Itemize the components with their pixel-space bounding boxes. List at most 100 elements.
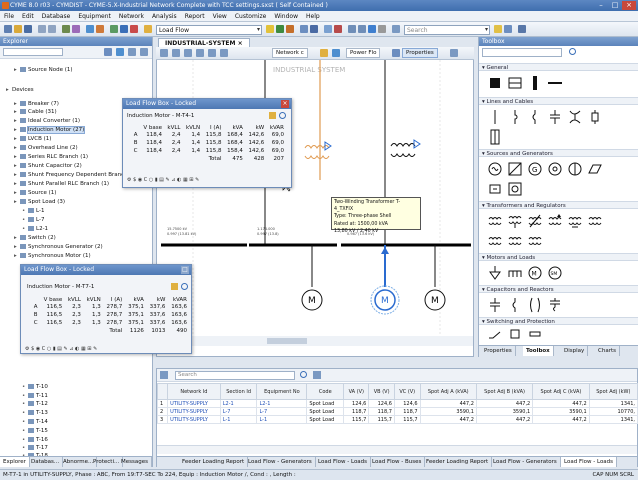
report-cell[interactable]: L2-1 bbox=[256, 399, 308, 408]
run-icon[interactable] bbox=[266, 25, 274, 33]
dlg2-toolbar[interactable]: ⚙ $ ◉ C ○ ▮ ▤ ✎ ⊿ ◐ ▦ ⊞ ✎ bbox=[25, 346, 189, 355]
more-icon[interactable] bbox=[450, 49, 458, 57]
xfmr-zigzag-icon[interactable] bbox=[507, 233, 523, 249]
grid-icon[interactable] bbox=[120, 25, 128, 33]
fuse-icon[interactable] bbox=[527, 329, 543, 345]
report-cell[interactable]: UTILITY-SUPPLY bbox=[167, 415, 221, 424]
series-reactor-icon[interactable] bbox=[527, 109, 543, 125]
table-row[interactable]: 1 UTILITY-SUPPLY L2-1 L2-1 Spot Load 124,6 124… bbox=[156, 399, 638, 408]
report-cell[interactable]: L-7 bbox=[256, 407, 308, 416]
analysis-icon[interactable] bbox=[144, 25, 152, 33]
tree-item[interactable]: • L-1 bbox=[22, 207, 44, 216]
select-icon[interactable] bbox=[72, 25, 80, 33]
reports-search-input[interactable]: Search bbox=[175, 371, 295, 380]
info-icon[interactable] bbox=[368, 25, 376, 33]
section-capacitors[interactable]: ▾ Capacitors and Reactors bbox=[479, 285, 638, 293]
report-cell[interactable]: UTILITY-SUPPLY bbox=[167, 399, 221, 408]
reports-hscroll[interactable] bbox=[157, 445, 637, 454]
report-header-cell[interactable]: Network Id bbox=[167, 383, 221, 400]
dlg1-close-icon[interactable]: × bbox=[281, 100, 289, 108]
power-flow-dropdown[interactable]: Power Flo bbox=[346, 48, 381, 58]
report-header-cell[interactable]: VA (V) bbox=[343, 383, 370, 400]
transformer-t4-icon[interactable] bbox=[304, 141, 332, 159]
table-row[interactable]: 2 UTILITY-SUPPLY L-7 L-7 Spot Load 118,7 118,7… bbox=[156, 407, 638, 416]
close-icon[interactable]: × bbox=[622, 1, 636, 10]
new-icon[interactable] bbox=[4, 25, 12, 33]
toolbox-search-input[interactable] bbox=[482, 48, 562, 57]
chart-icon[interactable] bbox=[286, 25, 294, 33]
tree-item[interactable]: ▸ Shunt Capacitor (2) bbox=[14, 162, 82, 171]
wind-icon[interactable] bbox=[567, 161, 583, 177]
duct-icon[interactable] bbox=[487, 129, 503, 145]
regulator-icon[interactable] bbox=[547, 213, 563, 229]
distributed-load-icon[interactable] bbox=[507, 265, 523, 281]
report-cell[interactable]: L-7 bbox=[219, 407, 258, 416]
auto-xfmr-icon[interactable] bbox=[527, 213, 543, 229]
impedance-icon[interactable] bbox=[587, 109, 603, 125]
pv-icon[interactable] bbox=[587, 161, 603, 177]
dlg1-toolbar[interactable]: ⚙ $ ◉ C ○ ▮ ▤ ✎ ⊿ ◐ ▦ ⊞ ✎ bbox=[127, 177, 289, 186]
zoom-out-icon[interactable] bbox=[184, 49, 192, 57]
table-row[interactable]: 3 UTILITY-SUPPLY L-1 L-1 Spot Load 115,7 115,7… bbox=[156, 415, 638, 424]
menu-network[interactable]: Network bbox=[115, 11, 148, 20]
phase-shifter-icon[interactable] bbox=[587, 213, 603, 229]
refresh-icon[interactable] bbox=[300, 25, 308, 33]
section-motors[interactable]: ▾ Motors and Loads bbox=[479, 253, 638, 261]
tab-charts[interactable]: Charts bbox=[595, 346, 620, 356]
report-header-cell[interactable]: Code bbox=[306, 383, 345, 400]
tab-close-icon[interactable]: × bbox=[238, 40, 243, 47]
report-tab-7[interactable]: Load Flow - Loads bbox=[561, 457, 618, 467]
cable-icon[interactable] bbox=[507, 109, 523, 125]
menu-edit[interactable]: Edit bbox=[18, 11, 38, 20]
tree-item[interactable]: ▸ Induction Motor (27) bbox=[14, 126, 86, 135]
motor-symbol-2[interactable]: M bbox=[370, 285, 400, 315]
stop-icon[interactable] bbox=[130, 25, 138, 33]
source-icon[interactable] bbox=[487, 161, 503, 177]
motor-symbol-1[interactable]: M bbox=[301, 289, 323, 311]
section-sources[interactable]: ▾ Sources and Generators bbox=[479, 149, 638, 157]
bus-symbol-icon[interactable] bbox=[487, 75, 503, 91]
busbar-symbol-icon[interactable] bbox=[527, 75, 543, 91]
tree-item[interactable]: ▸ Shunt Frequency Dependent Branch (1) bbox=[14, 171, 137, 180]
tree-item[interactable]: • T-15 bbox=[22, 427, 48, 436]
report-cell[interactable]: L2-1 bbox=[219, 399, 258, 408]
properties-button[interactable]: Properties bbox=[402, 48, 438, 58]
tree-item[interactable]: • T-12 bbox=[22, 400, 48, 409]
tab-explorer[interactable]: Explorer bbox=[0, 457, 30, 467]
tree-item[interactable]: ▸ Source (1) bbox=[14, 189, 56, 198]
save-icon[interactable] bbox=[24, 25, 32, 33]
menu-file[interactable]: File bbox=[0, 11, 18, 20]
window-icon[interactable] bbox=[358, 25, 366, 33]
tab-messages[interactable]: Messages bbox=[118, 457, 152, 467]
menu-view[interactable]: View bbox=[209, 11, 231, 20]
grid-icon[interactable] bbox=[160, 371, 168, 379]
tree-item[interactable]: ▸ Synchronous Motor (1) bbox=[14, 252, 91, 261]
pan-icon[interactable] bbox=[160, 49, 168, 57]
zoom-icon[interactable] bbox=[181, 283, 188, 290]
binoculars-icon[interactable] bbox=[494, 25, 502, 33]
shunt-rlc-icon[interactable] bbox=[527, 297, 543, 313]
spot-load-icon[interactable] bbox=[487, 265, 503, 281]
layout-icon[interactable] bbox=[348, 25, 356, 33]
tree-item[interactable]: • L-7 bbox=[22, 216, 44, 225]
shunt-reactor-icon[interactable] bbox=[507, 297, 523, 313]
zoom-icon[interactable] bbox=[86, 25, 94, 33]
maximize-icon[interactable]: □ bbox=[608, 1, 622, 10]
tcc-icon[interactable] bbox=[334, 25, 342, 33]
xfmr-ltc-icon[interactable] bbox=[527, 233, 543, 249]
report-cell[interactable]: L-1 bbox=[256, 415, 308, 424]
legend-icon[interactable] bbox=[392, 49, 400, 57]
report-header-cell[interactable]: VB (V) bbox=[368, 383, 395, 400]
report-header-cell[interactable]: Spot Adj A (kVA) bbox=[419, 383, 477, 400]
induction-motor-icon[interactable]: M bbox=[527, 265, 543, 281]
zoom-icon[interactable] bbox=[279, 112, 286, 119]
report-tab-6[interactable]: Load Flow - Generators bbox=[490, 457, 561, 467]
tree-item[interactable]: ▸ LVCB (1) bbox=[14, 135, 51, 144]
search-icon[interactable] bbox=[569, 48, 576, 55]
tree-item[interactable]: ▸ Devices bbox=[6, 86, 34, 95]
theme-icon[interactable] bbox=[332, 49, 340, 57]
switch-icon[interactable] bbox=[487, 329, 503, 345]
network-dropdown[interactable]: Network c bbox=[272, 48, 308, 58]
scroll-thumb[interactable] bbox=[267, 338, 307, 344]
search-icon[interactable] bbox=[300, 371, 307, 378]
